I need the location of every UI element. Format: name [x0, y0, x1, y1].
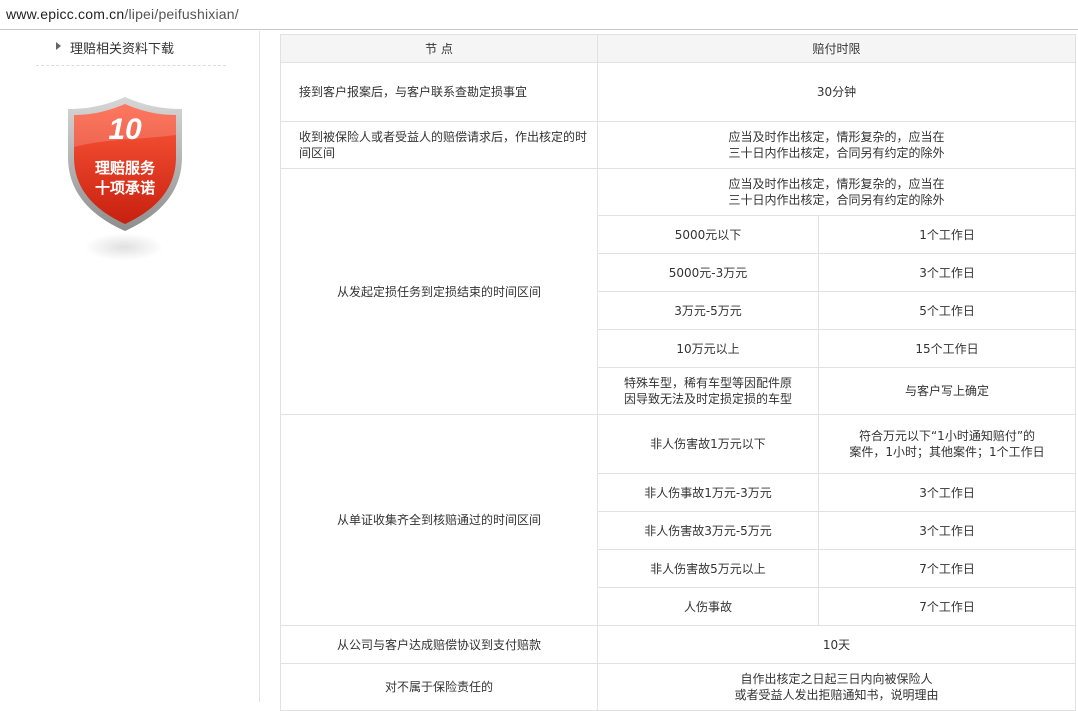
limit-cell: 10天 — [596, 625, 1077, 664]
badge-line1: 理赔服务 — [94, 159, 155, 177]
table-row: 接到客户报案后，与客户联系查勘定损事宜 30分钟 — [280, 62, 1077, 122]
sidebar: 理赔相关资料下载 10 理赔服务 十项承诺 — [0, 31, 260, 702]
condition-cell: 特殊车型，稀有车型等因配件原 因导致无法及时定损定损的车型 — [597, 367, 819, 415]
claims-time-limit-table-wrap: 节 点 赔付时限 接到客户报案后，与客户联系查勘定损事宜 30分钟 收到被保险人… — [280, 34, 1077, 711]
node-cell: 接到客户报案后，与客户联系查勘定损事宜 — [280, 62, 598, 122]
condition-line: 因导致无法及时定损定损的车型 — [623, 392, 792, 406]
limit-line: 应当及时作出核定，情形复杂的，应当在 — [728, 130, 945, 144]
limit-line: 或者受益人发出拒赔通知书，说明理由 — [734, 688, 939, 702]
table-row: 收到被保险人或者受益人的赔偿请求后，作出核定的时间区间 应当及时作出核定，情形复… — [280, 121, 1077, 169]
header-time-limit: 赔付时限 — [596, 34, 1077, 63]
claims-time-limit-table: 节 点 赔付时限 接到客户报案后，与客户联系查勘定损事宜 30分钟 收到被保险人… — [280, 34, 1077, 711]
condition-cell: 非人伤害故1万元以下 — [597, 414, 819, 474]
condition-cell: 3万元-5万元 — [597, 291, 819, 330]
limit-cell: 30分钟 — [596, 62, 1077, 122]
badge-shadow — [84, 233, 164, 261]
table-row: 从发起定损任务到定损结束的时间区间 应当及时作出核定，情形复杂的，应当在 三十日… — [280, 168, 1077, 415]
time-line: 符合万元以下“1小时通知赔付”的 — [858, 429, 1036, 443]
url-path: /lipei/peifushixian/ — [124, 6, 239, 22]
time-cell: 7个工作日 — [817, 587, 1077, 626]
limit-line: 三十日内作出核定，合同另有约定的除外 — [728, 146, 945, 160]
condition-cell: 非人伤事故1万元-3万元 — [597, 473, 819, 512]
table-row: 从公司与客户达成赔偿协议到支付赔款 10天 — [280, 625, 1077, 664]
time-cell: 符合万元以下“1小时通知赔付”的 案件，1小时；其他案件；1个工作日 — [817, 414, 1077, 474]
condition-cell: 非人伤害故3万元-5万元 — [597, 511, 819, 550]
limit-line: 自作出核定之日起三日内向被保险人 — [740, 672, 933, 686]
table-row: 对不属于保险责任的 自作出核定之日起三日内向被保险人 或者受益人发出拒赔通知书，… — [280, 663, 1077, 711]
condition-cell: 人伤事故 — [597, 587, 819, 626]
limit-line: 应当及时作出核定，情形复杂的，应当在 — [728, 177, 945, 191]
condition-cell: 5000元以下 — [597, 215, 819, 254]
sidebar-item-claims-docs-download[interactable]: 理赔相关资料下载 — [36, 34, 226, 66]
address-bar[interactable]: www.epicc.com.cn/lipei/peifushixian/ — [0, 0, 1078, 30]
node-cell: 从公司与客户达成赔偿协议到支付赔款 — [280, 625, 598, 664]
condition-cell: 非人伤害故5万元以上 — [597, 549, 819, 588]
header-node: 节 点 — [280, 34, 598, 63]
node-cell: 从单证收集齐全到核赔通过的时间区间 — [280, 414, 598, 626]
node-cell: 收到被保险人或者受益人的赔偿请求后，作出核定的时间区间 — [280, 121, 598, 169]
badge-number: 10 — [108, 113, 142, 146]
limit-cell: 自作出核定之日起三日内向被保险人 或者受益人发出拒赔通知书，说明理由 — [596, 663, 1077, 711]
limit-line: 三十日内作出核定，合同另有约定的除外 — [728, 193, 945, 207]
time-cell: 3个工作日 — [817, 253, 1077, 292]
limit-cell: 应当及时作出核定，情形复杂的，应当在 三十日内作出核定，合同另有约定的除外 — [596, 121, 1077, 169]
time-cell: 15个工作日 — [817, 329, 1077, 368]
node-cell: 从发起定损任务到定损结束的时间区间 — [280, 168, 598, 415]
sidebar-item-label[interactable]: 理赔相关资料下载 — [70, 38, 174, 57]
ten-promises-badge: 10 理赔服务 十项承诺 — [62, 95, 188, 265]
triangle-right-icon — [56, 42, 61, 50]
url-domain: www.epicc.com.cn — [6, 6, 125, 22]
time-cell: 1个工作日 — [817, 215, 1077, 254]
time-cell: 与客户写上确定 — [817, 367, 1077, 415]
time-line: 案件，1小时；其他案件；1个工作日 — [849, 445, 1045, 459]
node-cell: 对不属于保险责任的 — [280, 663, 598, 711]
limit-cell: 应当及时作出核定，情形复杂的，应当在 三十日内作出核定，合同另有约定的除外 — [596, 168, 1077, 216]
time-cell: 7个工作日 — [817, 549, 1077, 588]
table-header-row: 节 点 赔付时限 — [280, 34, 1077, 63]
table-row: 从单证收集齐全到核赔通过的时间区间 非人伤害故1万元以下 符合万元以下“1小时通… — [280, 414, 1077, 626]
url-text[interactable]: www.epicc.com.cn/lipei/peifushixian/ — [6, 6, 239, 22]
time-cell: 3个工作日 — [817, 511, 1077, 550]
badge-line2: 十项承诺 — [94, 179, 155, 197]
condition-line: 特殊车型，稀有车型等因配件原 — [623, 376, 792, 390]
condition-cell: 5000元-3万元 — [597, 253, 819, 292]
time-cell: 3个工作日 — [817, 473, 1077, 512]
time-cell: 5个工作日 — [817, 291, 1077, 330]
condition-cell: 10万元以上 — [597, 329, 819, 368]
